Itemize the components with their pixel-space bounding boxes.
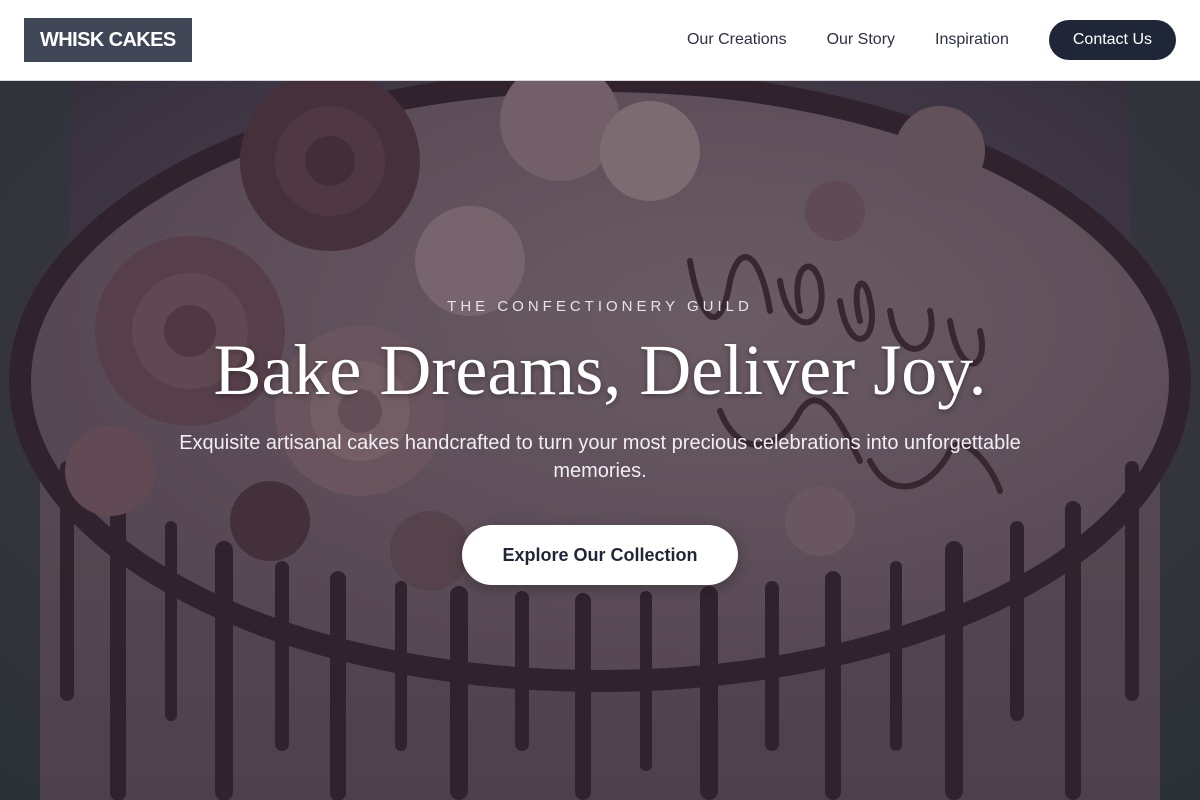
nav-our-creations[interactable]: Our Creations — [687, 31, 787, 49]
hero-subtitle: Exquisite artisanal cakes handcrafted to… — [179, 432, 1021, 482]
hero-eyebrow: THE CONFECTIONERY GUILD — [447, 298, 753, 315]
site-header: WHISK CAKES Our Creations Our Story Insp… — [0, 0, 1200, 81]
explore-collection-button[interactable]: Explore Our Collection — [462, 525, 738, 585]
nav-our-story[interactable]: Our Story — [827, 31, 895, 49]
main-nav: Our Creations Our Story Inspiration Cont… — [687, 20, 1176, 60]
hero-content: THE CONFECTIONERY GUILD Bake Dreams, Del… — [0, 81, 1200, 800]
hero-section: THE CONFECTIONERY GUILD Bake Dreams, Del… — [0, 81, 1200, 800]
contact-us-button[interactable]: Contact Us — [1048, 20, 1176, 60]
logo[interactable]: WHISK CAKES — [24, 18, 192, 62]
nav-inspiration[interactable]: Inspiration — [935, 31, 1009, 49]
hero-headline: Bake Dreams, Deliver Joy. — [213, 330, 987, 410]
